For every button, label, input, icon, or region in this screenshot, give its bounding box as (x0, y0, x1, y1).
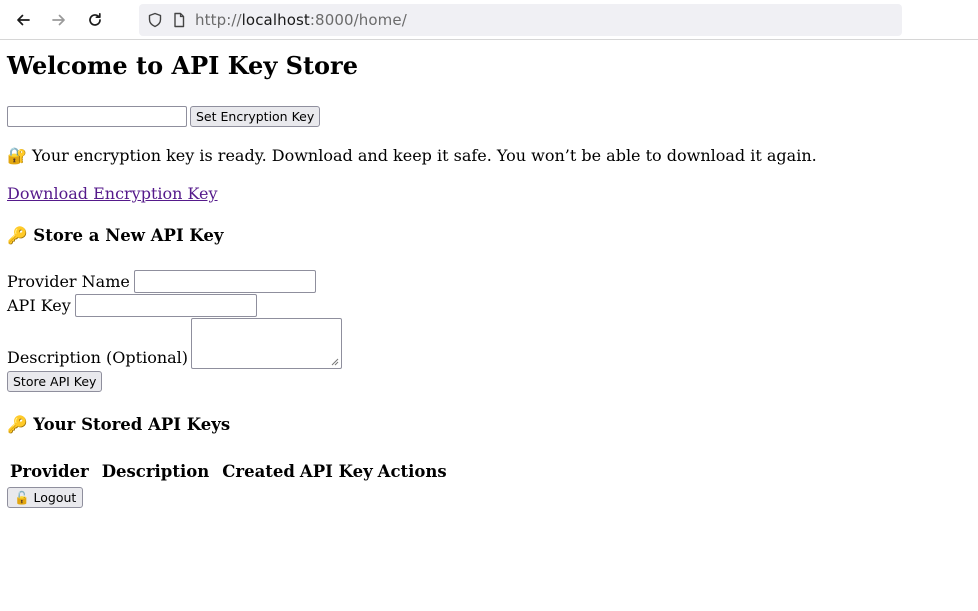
store-section-heading: 🔑 Store a New API Key (7, 226, 224, 245)
api-key-input[interactable] (74, 293, 257, 317)
reload-button[interactable] (77, 2, 113, 38)
back-button[interactable] (5, 2, 41, 38)
encryption-key-input[interactable] (7, 106, 187, 127)
column-header: Description (101, 462, 210, 481)
store-api-key-form: Provider Name API Key Description (Optio… (7, 269, 971, 392)
store-api-key-button[interactable]: Store API Key (7, 371, 103, 392)
forward-button[interactable] (41, 2, 77, 38)
url-text: http://localhost:8000/home/ (195, 11, 407, 29)
description-row: Description (Optional) (7, 318, 971, 369)
column-header: Actions (377, 462, 447, 481)
download-encryption-key-link[interactable]: Download Encryption Key (7, 183, 218, 205)
url-path: :8000/home/ (309, 10, 407, 29)
column-header: Created (222, 462, 295, 481)
back-arrow-icon (17, 14, 30, 25)
provider-name-label: Provider Name (7, 271, 130, 291)
logout-button[interactable]: 🔓 Logout (7, 487, 84, 508)
column-header: API Key (299, 462, 373, 481)
reload-icon (89, 12, 101, 26)
page-content: Welcome to API Key Store Set Encryption … (0, 52, 978, 508)
encryption-notice: 🔐 Your encryption key is ready. Download… (7, 146, 817, 165)
url-host: localhost (241, 10, 310, 29)
column-header: Provider (10, 462, 89, 481)
page-icon (171, 12, 187, 28)
stored-keys-table-header: Provider Description Created API Key Act… (7, 462, 971, 481)
description-textarea[interactable] (191, 318, 343, 369)
shield-icon (147, 12, 163, 28)
api-key-row: API Key (7, 293, 971, 317)
provider-row: Provider Name (7, 269, 971, 293)
stored-keys-heading: 🔑 Your Stored API Keys (7, 415, 231, 434)
resize-grip-icon[interactable] (331, 358, 339, 366)
address-bar[interactable]: http://localhost:8000/home/ (139, 3, 902, 36)
forward-arrow-icon (52, 14, 65, 25)
browser-toolbar: http://localhost:8000/home/ (0, 0, 978, 40)
description-label: Description (Optional) (7, 348, 189, 367)
url-prefix: http:// (195, 10, 242, 29)
api-key-label: API Key (7, 295, 71, 315)
set-encryption-key-button[interactable]: Set Encryption Key (190, 106, 321, 127)
page-title: Welcome to API Key Store (7, 51, 358, 80)
provider-name-input[interactable] (133, 269, 316, 293)
encryption-row: Set Encryption Key (7, 106, 971, 127)
